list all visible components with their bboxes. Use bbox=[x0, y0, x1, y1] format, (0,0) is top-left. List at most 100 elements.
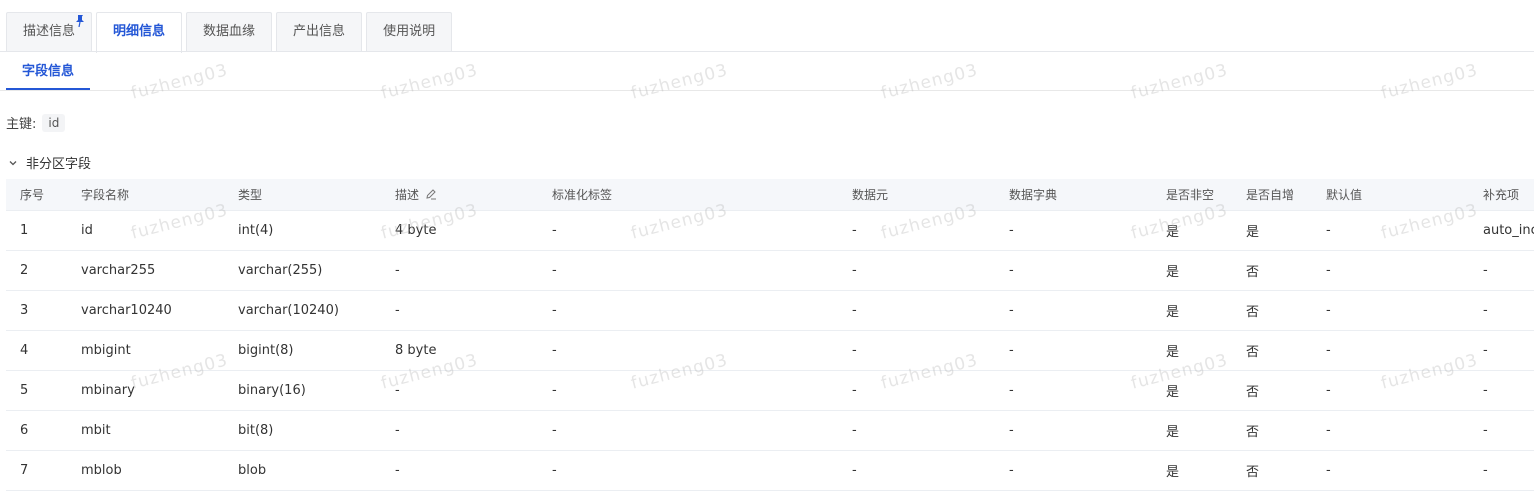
cell-data-element: - bbox=[838, 370, 995, 411]
sub-tabs: 字段信息 bbox=[6, 56, 91, 90]
cell-standard-tag: - bbox=[538, 250, 838, 291]
cell-type: varchar(255) bbox=[224, 250, 381, 291]
table-row[interactable]: 1idint(4)4 byte---是是-auto_increment bbox=[6, 210, 1534, 251]
cell-description: 8 byte bbox=[381, 330, 538, 371]
tab-divider bbox=[0, 51, 1534, 52]
tab-lineage[interactable]: 数据血缘 bbox=[186, 12, 273, 52]
cell-field-name: mbigint bbox=[67, 330, 224, 371]
table-header-row: 序号 字段名称 类型 描述 标准化标签 数据元 数据字典 是否非空 是否自增 默… bbox=[6, 179, 1534, 211]
cell-not-null: 是 bbox=[1152, 250, 1232, 291]
cell-index: 2 bbox=[6, 250, 67, 291]
cell-description: - bbox=[381, 410, 538, 451]
col-header-data-element: 数据元 bbox=[838, 179, 995, 211]
edit-icon[interactable] bbox=[425, 188, 437, 200]
cell-extra: - bbox=[1469, 250, 1534, 291]
cell-field-name: mbinary bbox=[67, 370, 224, 411]
cell-description: - bbox=[381, 370, 538, 411]
cell-data-dictionary: - bbox=[995, 290, 1152, 331]
cell-auto-increment: 否 bbox=[1232, 250, 1312, 291]
cell-description: - bbox=[381, 290, 538, 331]
cell-data-dictionary: - bbox=[995, 370, 1152, 411]
detail-tabs: 描述信息 明细信息 数据血缘 产出信息 使用说明 bbox=[6, 12, 456, 53]
cell-not-null: 是 bbox=[1152, 330, 1232, 371]
table-row[interactable]: 3 varchar10240 varchar(10240) - - - - 是否 - - bbox=[6, 290, 1534, 331]
col-header-default: 默认值 bbox=[1312, 179, 1469, 211]
cell-auto-increment: 否 bbox=[1232, 410, 1312, 451]
section-title: 非分区字段 bbox=[26, 157, 92, 172]
cell-data-dictionary: - bbox=[995, 450, 1152, 491]
cell-data-element: - bbox=[838, 210, 995, 251]
subtab-field-info[interactable]: 字段信息 bbox=[6, 56, 91, 90]
cell-default: - bbox=[1312, 370, 1469, 411]
cell-type: binary(16) bbox=[224, 370, 381, 411]
table-row[interactable]: 7 mblob blob - - - - 是否 - - bbox=[6, 450, 1534, 491]
cell-standard-tag: - bbox=[538, 290, 838, 331]
tab-description[interactable]: 描述信息 bbox=[6, 12, 93, 52]
cell-extra: auto_increment bbox=[1469, 210, 1534, 251]
cell-index: 4 bbox=[6, 330, 67, 371]
cell-data-dictionary: - bbox=[995, 410, 1152, 451]
cell-not-null: 是 bbox=[1152, 370, 1232, 411]
chevron-down-icon bbox=[9, 160, 17, 165]
cell-standard-tag: - bbox=[538, 330, 838, 371]
cell-auto-increment: 否 bbox=[1232, 290, 1312, 331]
cell-extra: - bbox=[1469, 290, 1534, 331]
pin-icon[interactable] bbox=[75, 15, 85, 27]
table-row[interactable]: 6 mbit bit(8) - - - - 是否 - - bbox=[6, 410, 1534, 451]
cell-auto-increment: 否 bbox=[1232, 450, 1312, 491]
cell-field-name: varchar255 bbox=[67, 250, 224, 291]
cell-auto-increment: 否 bbox=[1232, 370, 1312, 411]
cell-index: 7 bbox=[6, 450, 67, 491]
cell-index: 1 bbox=[6, 210, 67, 251]
cell-extra: - bbox=[1469, 330, 1534, 371]
non-partition-section-toggle[interactable]: 非分区字段 bbox=[6, 153, 91, 172]
cell-description: 4 byte bbox=[381, 210, 538, 251]
table-row[interactable]: 4 mbigint bigint(8) 8 byte - - - 是否 - - bbox=[6, 330, 1534, 371]
cell-default: - bbox=[1312, 290, 1469, 331]
cell-data-element: - bbox=[838, 290, 995, 331]
cell-not-null: 是 bbox=[1152, 210, 1232, 251]
tab-details[interactable]: 明细信息 bbox=[96, 12, 183, 53]
cell-field-name: varchar10240 bbox=[67, 290, 224, 331]
cell-default: - bbox=[1312, 450, 1469, 491]
col-header-not-null: 是否非空 bbox=[1152, 179, 1232, 211]
cell-data-element: - bbox=[838, 450, 995, 491]
tab-output[interactable]: 产出信息 bbox=[276, 12, 363, 52]
tab-label: 明细信息 bbox=[113, 24, 166, 39]
cell-type: varchar(10240) bbox=[224, 290, 381, 331]
watermark-text: fuzheng03 bbox=[879, 60, 981, 104]
cell-type: bigint(8) bbox=[224, 330, 381, 371]
table-row[interactable]: 2 varchar255 varchar(255) - - - - 是否 - - bbox=[6, 250, 1534, 291]
cell-standard-tag: - bbox=[538, 370, 838, 411]
tab-label: 产出信息 bbox=[293, 24, 346, 39]
cell-field-name: mblob bbox=[67, 450, 224, 491]
col-header-description-label: 描述 bbox=[395, 187, 420, 202]
col-header-index: 序号 bbox=[6, 179, 67, 211]
col-header-auto-increment: 是否自增 bbox=[1232, 179, 1312, 211]
watermark-text: fuzheng03 bbox=[1129, 60, 1231, 104]
primary-key-label: 主键: bbox=[6, 117, 37, 132]
cell-default: - bbox=[1312, 410, 1469, 451]
cell-standard-tag: - bbox=[538, 450, 838, 491]
cell-field-name: id bbox=[67, 210, 224, 251]
cell-auto-increment: 是 bbox=[1232, 210, 1312, 251]
cell-data-element: - bbox=[838, 410, 995, 451]
cell-default: - bbox=[1312, 210, 1469, 251]
cell-description: - bbox=[381, 450, 538, 491]
tab-label: 描述信息 bbox=[23, 24, 76, 39]
cell-extra: - bbox=[1469, 370, 1534, 411]
cell-description: - bbox=[381, 250, 538, 291]
watermark-text: fuzheng03 bbox=[1379, 60, 1481, 104]
cell-data-dictionary: - bbox=[995, 330, 1152, 371]
table-row[interactable]: 5 mbinary binary(16) - - - - 是否 - - bbox=[6, 370, 1534, 411]
tab-usage[interactable]: 使用说明 bbox=[366, 12, 453, 52]
col-header-standard-tag: 标准化标签 bbox=[538, 179, 838, 211]
fields-table: 序号 字段名称 类型 描述 标准化标签 数据元 数据字典 是否非空 是否自增 默… bbox=[6, 179, 1534, 491]
cell-data-dictionary: - bbox=[995, 210, 1152, 251]
cell-not-null: 是 bbox=[1152, 290, 1232, 331]
cell-data-element: - bbox=[838, 250, 995, 291]
cell-standard-tag: - bbox=[538, 410, 838, 451]
primary-key-tag: id bbox=[42, 113, 66, 132]
cell-auto-increment: 否 bbox=[1232, 330, 1312, 371]
subtab-divider bbox=[0, 90, 1534, 91]
